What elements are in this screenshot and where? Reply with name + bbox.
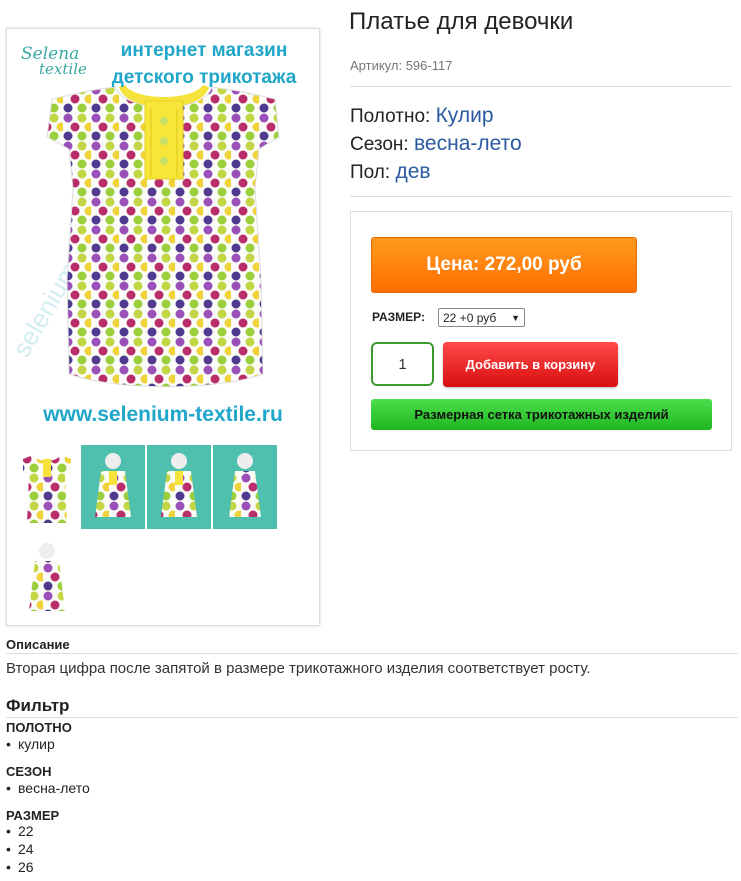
attribute-gender: Пол: дев [350,158,522,186]
filter-item-label: 24 [18,841,34,857]
product-title: Платье для девочки [349,8,574,35]
size-select[interactable]: 22 +0 руб ▼ [438,308,525,327]
thumbnail-3[interactable] [147,445,211,529]
thumbnail-4-image [213,445,277,529]
size-label: РАЗМЕР: [372,310,425,324]
thumbnail-1-image [15,445,79,529]
filter-heading: Фильтр [6,696,70,715]
size-selected-value: 22 +0 руб [443,310,497,325]
filter-group-fabric-title: ПОЛОТНО [6,720,72,735]
divider [350,196,732,197]
purchase-box: Цена: 272,00 руб РАЗМЕР: 22 +0 руб ▼ 1 Д… [350,211,732,451]
attribute-value-link[interactable]: дев [395,160,430,183]
shop-title-line1: интернет магазин [120,40,288,61]
add-to-cart-button[interactable]: Добавить в корзину [443,342,618,387]
filter-item[interactable]: • весна-лето [6,780,90,796]
thumbnail-2-image [81,445,145,529]
description-text: Вторая цифра после запятой в размере три… [6,660,591,677]
attribute-label: Полотно: [350,106,431,127]
dropdown-arrow-icon: ▼ [511,312,520,323]
description-heading: Описание [6,637,70,652]
filter-item-label: 22 [18,823,34,839]
shop-title-line2: детского трикотажа [111,67,297,88]
thumbnail-4[interactable] [213,445,277,529]
brand-logo: Selena textile [21,46,87,78]
filter-item[interactable]: • кулир [6,736,55,752]
thumbnail-3-image [147,445,211,529]
filter-item-label: весна-лето [18,780,90,796]
filter-item[interactable]: • 24 [6,841,34,857]
product-sku: Артикул: 596-117 [350,58,453,73]
bullet-icon: • [6,780,11,796]
filter-item[interactable]: • 22 [6,823,34,839]
filter-item[interactable]: • 26 [6,859,34,875]
thumbnail-2[interactable] [81,445,145,529]
attribute-label: Пол: [350,162,391,183]
price-button[interactable]: Цена: 272,00 руб [371,237,637,293]
attribute-label: Сезон: [350,134,409,155]
filter-item-label: кулир [18,736,55,752]
thumbnail-5-image [15,535,79,619]
website-watermark: www.selenium-textile.ru [43,403,283,426]
product-attributes: Полотно: Кулир Сезон: весна-лето Пол: де… [350,102,522,186]
thumbnail-1[interactable] [15,445,79,529]
divider [350,86,732,87]
brand-line2: textile [39,60,87,78]
quantity-input[interactable]: 1 [371,342,434,386]
filter-group-season-title: СЕЗОН [6,764,52,779]
divider [6,717,738,718]
divider [6,653,738,654]
shop-title: интернет магазин детского трикотажа [99,37,309,91]
bullet-icon: • [6,841,11,857]
attribute-fabric: Полотно: Кулир [350,102,522,130]
bullet-icon: • [6,736,11,752]
product-gallery: selenium-textile.ru Selena textile интер… [6,28,320,626]
bullet-icon: • [6,823,11,839]
filter-item-label: 26 [18,859,34,875]
attribute-season: Сезон: весна-лето [350,130,522,158]
attribute-value-link[interactable]: весна-лето [414,132,522,155]
main-product-image[interactable]: selenium-textile.ru Selena textile интер… [7,29,319,439]
attribute-value-link[interactable]: Кулир [436,104,494,127]
thumbnail-5[interactable] [15,535,79,619]
bullet-icon: • [6,859,11,875]
size-chart-button[interactable]: Размерная сетка трикотажных изделий [371,399,712,430]
filter-group-size-title: РАЗМЕР [6,808,60,823]
